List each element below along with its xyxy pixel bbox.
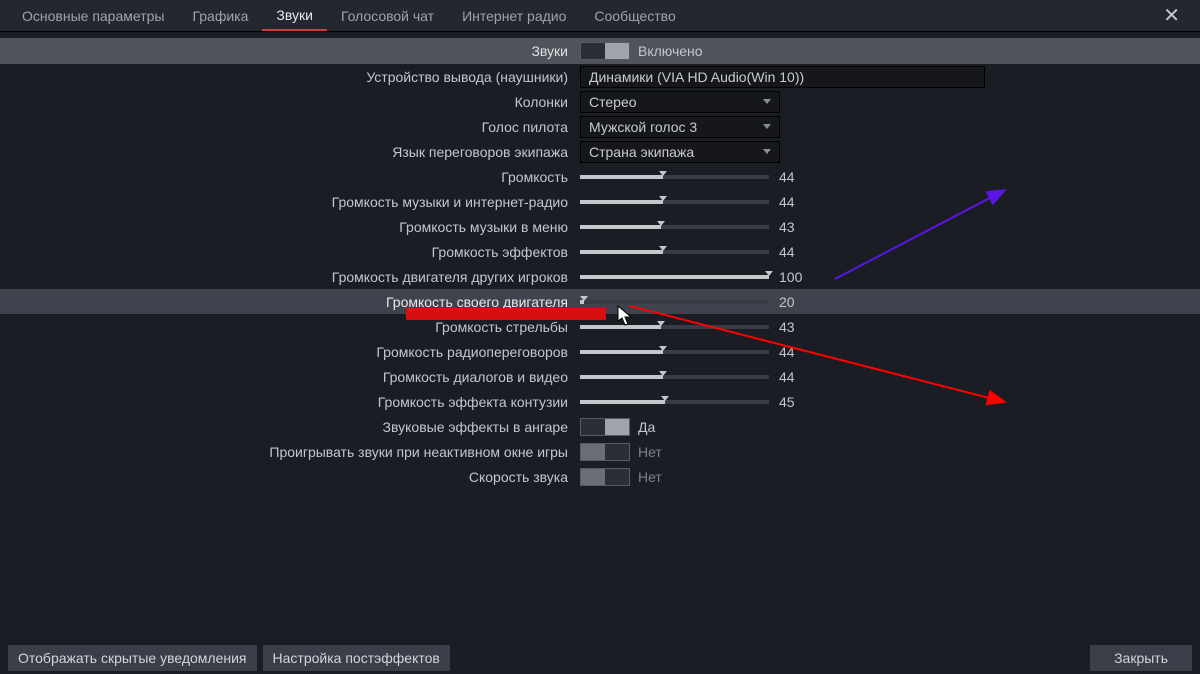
chevron-down-icon — [763, 149, 771, 154]
label-radio-vol: Громкость радиопереговоров — [0, 344, 580, 360]
row-sound-speed: Скорость звука Нет — [0, 464, 1200, 489]
slider-value: 44 — [779, 244, 805, 260]
toggle-label: Нет — [638, 469, 662, 485]
label-others-engine: Громкость двигателя других игроков — [0, 269, 580, 285]
dropdown-speakers[interactable]: Стерео — [580, 91, 780, 113]
tab-radio[interactable]: Интернет радио — [448, 2, 580, 30]
label-sound-speed: Скорость звука — [0, 469, 580, 485]
toggle-hangar-fx[interactable] — [580, 418, 630, 436]
section-header: Звуки Включено — [0, 38, 1200, 64]
tab-main[interactable]: Основные параметры — [8, 2, 178, 30]
slider-concussion[interactable]: 45 — [580, 394, 805, 410]
slider-music-radio[interactable]: 44 — [580, 194, 805, 210]
row-music-radio: Громкость музыки и интернет-радио 44 — [0, 189, 1200, 214]
label-gunfire: Громкость стрельбы — [0, 319, 580, 335]
tabs-bar: Основные параметры Графика Звуки Голосов… — [0, 0, 1200, 32]
section-label: Звуки — [0, 43, 580, 59]
label-output-device: Устройство вывода (наушники) — [0, 69, 580, 85]
slider-value: 44 — [779, 169, 805, 185]
label-speakers: Колонки — [0, 94, 580, 110]
row-speakers: Колонки Стерео — [0, 89, 1200, 114]
dropdown-pilot-voice[interactable]: Мужской голос 3 — [580, 116, 780, 138]
dropdown-value: Стерео — [589, 94, 637, 110]
label-music-radio: Громкость музыки и интернет-радио — [0, 194, 580, 210]
tab-voice[interactable]: Голосовой чат — [327, 2, 448, 30]
row-volume: Громкость 44 — [0, 164, 1200, 189]
label-crew-lang: Язык переговоров экипажа — [0, 144, 580, 160]
close-icon[interactable]: ✕ — [1157, 3, 1186, 28]
footer-bar: Отображать скрытые уведомления Настройка… — [0, 642, 1200, 674]
dropdown-output-device[interactable]: Динамики (VIA HD Audio(Win 10)) — [580, 66, 985, 88]
slider-value: 100 — [779, 269, 805, 285]
toggle-label: Включено — [638, 43, 703, 59]
row-inactive-window: Проигрывать звуки при неактивном окне иг… — [0, 439, 1200, 464]
label-dialogs: Громкость диалогов и видео — [0, 369, 580, 385]
slider-radio-vol[interactable]: 44 — [580, 344, 805, 360]
slider-value: 44 — [779, 369, 805, 385]
row-pilot-voice: Голос пилота Мужской голос 3 — [0, 114, 1200, 139]
label-pilot-voice: Голос пилота — [0, 119, 580, 135]
slider-others-engine[interactable]: 100 — [580, 269, 805, 285]
label-effects: Громкость эффектов — [0, 244, 580, 260]
tab-graphics[interactable]: Графика — [178, 2, 262, 30]
slider-value: 43 — [779, 319, 805, 335]
slider-value: 43 — [779, 219, 805, 235]
chevron-down-icon — [763, 99, 771, 104]
slider-volume[interactable]: 44 — [580, 169, 805, 185]
dropdown-crew-lang[interactable]: Страна экипажа — [580, 141, 780, 163]
slider-value: 20 — [779, 294, 805, 310]
slider-effects[interactable]: 44 — [580, 244, 805, 260]
label-concussion: Громкость эффекта контузии — [0, 394, 580, 410]
annotation-underline — [406, 308, 606, 320]
tab-community[interactable]: Сообщество — [580, 2, 689, 30]
dropdown-value: Страна экипажа — [589, 144, 694, 160]
label-hangar-fx: Звуковые эффекты в ангаре — [0, 419, 580, 435]
sounds-enabled-toggle[interactable] — [580, 42, 630, 60]
slider-own-engine[interactable]: 20 — [580, 294, 805, 310]
settings-panel: Звуки Включено Устройство вывода (наушни… — [0, 32, 1200, 489]
row-dialogs: Громкость диалогов и видео 44 — [0, 364, 1200, 389]
label-volume: Громкость — [0, 169, 580, 185]
row-effects: Громкость эффектов 44 — [0, 239, 1200, 264]
dropdown-value: Динамики (VIA HD Audio(Win 10)) — [589, 69, 804, 85]
slider-value: 45 — [779, 394, 805, 410]
row-crew-lang: Язык переговоров экипажа Страна экипажа — [0, 139, 1200, 164]
slider-value: 44 — [779, 194, 805, 210]
label-menu-music: Громкость музыки в меню — [0, 219, 580, 235]
slider-menu-music[interactable]: 43 — [580, 219, 805, 235]
row-others-engine: Громкость двигателя других игроков 100 — [0, 264, 1200, 289]
tab-sounds[interactable]: Звуки — [262, 1, 327, 31]
row-radio-vol: Громкость радиопереговоров 44 — [0, 339, 1200, 364]
btn-close[interactable]: Закрыть — [1090, 645, 1192, 671]
dropdown-value: Мужской голос 3 — [589, 119, 697, 135]
row-concussion: Громкость эффекта контузии 45 — [0, 389, 1200, 414]
row-menu-music: Громкость музыки в меню 43 — [0, 214, 1200, 239]
slider-value: 44 — [779, 344, 805, 360]
btn-hidden-notifications[interactable]: Отображать скрытые уведомления — [8, 645, 257, 671]
toggle-label: Да — [638, 419, 655, 435]
label-inactive-window: Проигрывать звуки при неактивном окне иг… — [0, 444, 580, 460]
toggle-label: Нет — [638, 444, 662, 460]
row-output-device: Устройство вывода (наушники) Динамики (V… — [0, 64, 1200, 89]
row-hangar-fx: Звуковые эффекты в ангаре Да — [0, 414, 1200, 439]
toggle-inactive-window[interactable] — [580, 443, 630, 461]
slider-gunfire[interactable]: 43 — [580, 319, 805, 335]
btn-posteffects[interactable]: Настройка постэффектов — [263, 645, 450, 671]
chevron-down-icon — [763, 124, 771, 129]
toggle-sound-speed[interactable] — [580, 468, 630, 486]
slider-dialogs[interactable]: 44 — [580, 369, 805, 385]
